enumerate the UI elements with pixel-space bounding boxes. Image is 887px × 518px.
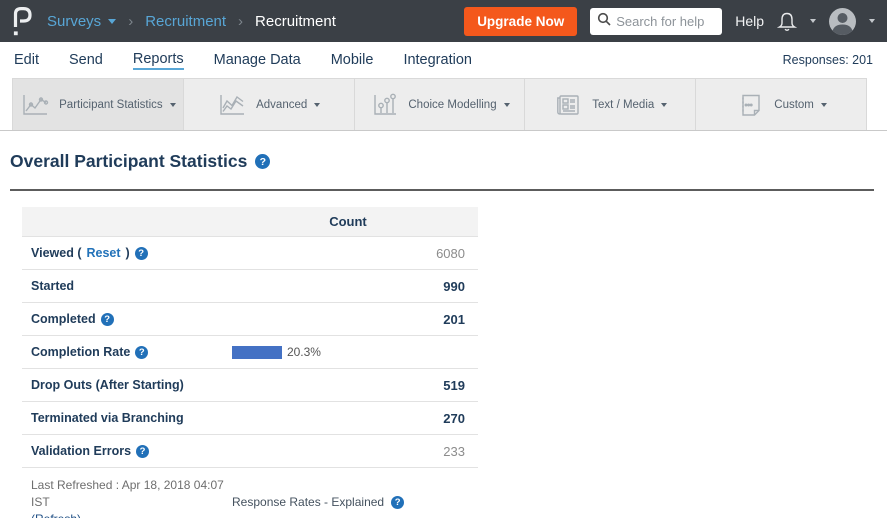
tab-choice-modelling[interactable]: Choice Modelling (355, 78, 526, 130)
row-label: Viewed ( Reset ) (31, 246, 148, 260)
nav-item-integration[interactable]: Integration (403, 52, 472, 68)
topbar-right: Upgrade Now Help (464, 7, 875, 36)
row-label: Terminated via Branching (31, 411, 184, 425)
response-rates-label[interactable]: Response Rates - Explained (232, 494, 384, 511)
tab-advanced[interactable]: Advanced (184, 78, 355, 130)
table-row-terminated: Terminated via Branching 270 (22, 402, 478, 435)
chevron-down-icon (170, 103, 176, 107)
survey-nav: Edit Send Reports Manage Data Mobile Int… (0, 42, 887, 78)
table-row-drop-outs: Drop Outs (After Starting) 519 (22, 369, 478, 402)
table-row-completed: Completed 201 (22, 303, 478, 336)
help-icon[interactable] (101, 313, 114, 326)
row-value: 201 (443, 312, 478, 327)
reset-link[interactable]: Reset (86, 246, 120, 260)
report-tabs: Participant Statistics Advanced Choice M… (0, 78, 887, 131)
row-label: Completion Rate (31, 345, 232, 359)
help-icon[interactable] (136, 445, 149, 458)
nav-item-reports[interactable]: Reports (133, 51, 184, 70)
table-footer: Last Refreshed : Apr 18, 2018 04:07 IST … (31, 477, 887, 518)
tab-participant-statistics[interactable]: Participant Statistics (12, 78, 184, 130)
help-icon[interactable] (135, 346, 148, 359)
tab-label: Participant Statistics (59, 99, 163, 111)
tab-label: Choice Modelling (408, 99, 496, 111)
nav-item-send[interactable]: Send (69, 52, 103, 68)
bar-fill (232, 346, 282, 359)
nav-item-edit[interactable]: Edit (14, 52, 39, 68)
search-icon (597, 12, 611, 31)
topbar: Surveys › Recruitment › Recruitment Upgr… (0, 0, 887, 42)
row-value: 270 (443, 411, 478, 426)
newspaper-icon (553, 92, 583, 118)
help-menu[interactable]: Help (735, 13, 764, 29)
row-label: Validation Errors (31, 444, 149, 458)
row-value: 990 (443, 279, 478, 294)
table-row-started: Started 990 (22, 270, 478, 303)
chevron-down-icon (821, 103, 827, 107)
user-avatar[interactable] (829, 8, 856, 35)
breadcrumb-parent-survey[interactable]: Recruitment (145, 13, 226, 30)
row-value: 6080 (436, 246, 478, 261)
response-rates-explained: Response Rates - Explained (232, 477, 404, 518)
upgrade-now-button[interactable]: Upgrade Now (464, 7, 577, 36)
tab-label: Text / Media (592, 99, 654, 111)
breadcrumb-current-survey: Recruitment (255, 13, 336, 30)
row-label: Completed (31, 312, 114, 326)
nav-item-manage-data[interactable]: Manage Data (214, 52, 301, 68)
count-column-header: Count (232, 214, 478, 229)
search-input[interactable] (616, 14, 715, 29)
multi-line-chart-icon (217, 92, 247, 118)
refresh-link[interactable]: (Refresh) (31, 512, 81, 518)
tab-label: Custom (774, 99, 814, 111)
completion-rate-value: 20.3% (287, 345, 321, 359)
line-chart-icon (20, 92, 50, 118)
help-search-box[interactable] (590, 8, 722, 35)
row-value: 519 (443, 378, 478, 393)
help-icon[interactable] (391, 496, 404, 509)
row-label: Drop Outs (After Starting) (31, 378, 184, 392)
responses-count: Responses: 201 (783, 53, 873, 67)
table-row-validation-errors: Validation Errors 233 (22, 435, 478, 468)
tab-text-media[interactable]: Text / Media (525, 78, 696, 130)
chevron-down-icon (661, 103, 667, 107)
help-icon[interactable] (135, 247, 148, 260)
bell-dropdown-caret-icon[interactable] (810, 19, 816, 23)
table-header-row: Count (22, 207, 478, 237)
participant-statistics-table: Count Viewed ( Reset ) 6080 Started 990 … (22, 207, 478, 468)
breadcrumb: Surveys › Recruitment › Recruitment (47, 13, 336, 30)
breadcrumb-surveys[interactable]: Surveys (47, 13, 116, 30)
help-icon[interactable] (255, 154, 270, 169)
breadcrumb-separator: › (238, 13, 243, 30)
questionpro-logo-icon[interactable] (12, 6, 33, 36)
notifications-bell-icon[interactable] (777, 11, 797, 32)
row-value: 233 (443, 444, 478, 459)
breadcrumb-separator: › (128, 13, 133, 30)
document-icon (735, 92, 765, 118)
account-dropdown-caret-icon[interactable] (869, 19, 875, 23)
chevron-down-icon (314, 103, 320, 107)
lollipop-chart-icon (369, 92, 399, 118)
tab-label: Advanced (256, 99, 307, 111)
last-refreshed-text: Last Refreshed : Apr 18, 2018 04:07 IST (31, 478, 224, 509)
section-divider (10, 189, 874, 191)
page-title: Overall Participant Statistics (10, 151, 247, 172)
breadcrumb-surveys-label: Surveys (47, 13, 101, 30)
table-row-viewed: Viewed ( Reset ) 6080 (22, 237, 478, 270)
tab-custom[interactable]: Custom (696, 78, 867, 130)
nav-item-mobile[interactable]: Mobile (331, 52, 374, 68)
chevron-down-icon (504, 103, 510, 107)
completion-rate-bar: 20.3% (232, 345, 478, 359)
last-refreshed: Last Refreshed : Apr 18, 2018 04:07 IST … (31, 477, 232, 518)
row-label: Started (31, 279, 74, 293)
chevron-down-icon (108, 19, 116, 24)
table-row-completion-rate: Completion Rate 20.3% (22, 336, 478, 369)
